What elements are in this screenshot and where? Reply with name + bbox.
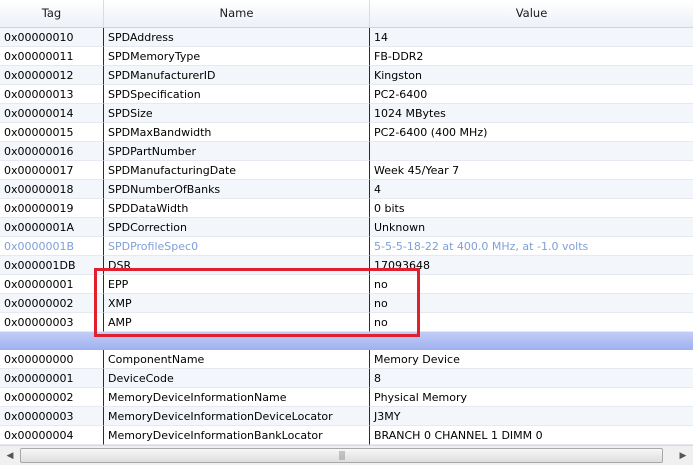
- table-row[interactable]: 0x00000002 MemoryDeviceInformationName Phy…: [0, 388, 693, 407]
- name-cell: SPDManufacturerID: [104, 66, 370, 85]
- table-row[interactable]: 0x00000018 SPDNumberOfBanks 4: [0, 180, 693, 199]
- tag-cell: 0x00000001: [0, 275, 104, 294]
- column-header-value[interactable]: Value: [370, 0, 693, 27]
- value-cell: 8: [370, 369, 693, 388]
- tag-cell: 0x000001DB: [0, 256, 104, 275]
- value-cell: 14: [370, 28, 693, 47]
- name-cell: SPDCorrection: [104, 218, 370, 237]
- tag-cell: 0x00000011: [0, 47, 104, 66]
- value-cell: no: [370, 313, 693, 332]
- value-cell: 17093648: [370, 256, 693, 275]
- value-cell: FB-DDR2: [370, 47, 693, 66]
- spd-table: Tag Name Value 0x00000010 SPDAddress 14 0x0…: [0, 0, 693, 445]
- tag-cell: 0x00000001: [0, 369, 104, 388]
- name-cell: SPDDataWidth: [104, 199, 370, 218]
- grip-lines-icon: |||: [338, 450, 345, 461]
- value-cell: Memory Device: [370, 350, 693, 369]
- value-cell: J3MY: [370, 407, 693, 426]
- name-cell: ComponentName: [104, 350, 370, 369]
- tag-cell: 0x00000002: [0, 388, 104, 407]
- scroll-left-icon[interactable]: ◀: [2, 448, 18, 463]
- name-cell: XMP: [104, 294, 370, 313]
- tag-cell: 0x00000012: [0, 66, 104, 85]
- name-cell: AMP: [104, 313, 370, 332]
- name-cell: SPDProfileSpec0: [104, 237, 370, 256]
- tag-cell: 0x00000019: [0, 199, 104, 218]
- table-row[interactable]: 0x0000001A SPDCorrection Unknown: [0, 218, 693, 237]
- tag-cell: 0x00000000: [0, 350, 104, 369]
- tag-cell: 0x00000016: [0, 142, 104, 161]
- table-row[interactable]: 0x0000001B SPDProfileSpec0 5-5-5-18-22 at …: [0, 237, 693, 256]
- tag-cell: 0x00000010: [0, 28, 104, 47]
- tag-cell: 0x00000004: [0, 426, 104, 445]
- tag-cell: 0x00000017: [0, 161, 104, 180]
- table-row[interactable]: 0x00000004 MemoryDeviceInformationBankLoc…: [0, 426, 693, 445]
- table-row[interactable]: 0x00000012 SPDManufacturerID Kingston: [0, 66, 693, 85]
- table-row[interactable]: 0x00000002 XMP no: [0, 294, 693, 313]
- value-cell: 0 bits: [370, 199, 693, 218]
- name-cell: SPDSize: [104, 104, 370, 123]
- table-row[interactable]: 0x00000019 SPDDataWidth 0 bits: [0, 199, 693, 218]
- value-cell: no: [370, 294, 693, 313]
- tag-cell: 0x00000003: [0, 407, 104, 426]
- group-separator-row: [0, 332, 693, 350]
- name-cell: SPDMemoryType: [104, 47, 370, 66]
- name-cell: SPDSpecification: [104, 85, 370, 104]
- name-cell: MemoryDeviceInformationBankLocator: [104, 426, 370, 445]
- table-header: Tag Name Value: [0, 0, 693, 28]
- tag-cell: 0x0000001A: [0, 218, 104, 237]
- name-cell: SPDNumberOfBanks: [104, 180, 370, 199]
- table-row[interactable]: 0x00000014 SPDSize 1024 MBytes: [0, 104, 693, 123]
- table-row[interactable]: 0x000001DB DSR 17093648: [0, 256, 693, 275]
- table-row[interactable]: 0x00000013 SPDSpecification PC2-6400: [0, 85, 693, 104]
- tag-cell: 0x00000002: [0, 294, 104, 313]
- name-cell: MemoryDeviceInformationDeviceLocator: [104, 407, 370, 426]
- value-cell: Unknown: [370, 218, 693, 237]
- value-cell: Kingston: [370, 66, 693, 85]
- tag-cell: 0x00000018: [0, 180, 104, 199]
- name-cell: MemoryDeviceInformationName: [104, 388, 370, 407]
- name-cell: SPDManufacturingDate: [104, 161, 370, 180]
- name-cell: SPDAddress: [104, 28, 370, 47]
- value-cell: no: [370, 275, 693, 294]
- table-row[interactable]: 0x00000000 ComponentName Memory Device: [0, 350, 693, 369]
- value-cell: PC2-6400 (400 MHz): [370, 123, 693, 142]
- value-cell: Physical Memory: [370, 388, 693, 407]
- name-cell: SPDMaxBandwidth: [104, 123, 370, 142]
- separator-cell: [0, 332, 693, 350]
- column-header-tag[interactable]: Tag: [0, 0, 104, 27]
- tag-cell: 0x00000015: [0, 123, 104, 142]
- table-row[interactable]: 0x00000001 DeviceCode 8: [0, 369, 693, 388]
- table-row[interactable]: 0x00000010 SPDAddress 14: [0, 28, 693, 47]
- scroll-right-icon[interactable]: ▶: [675, 448, 691, 463]
- table-row[interactable]: 0x00000015 SPDMaxBandwidth PC2-6400 (400 M…: [0, 123, 693, 142]
- name-cell: EPP: [104, 275, 370, 294]
- table-row[interactable]: 0x00000016 SPDPartNumber: [0, 142, 693, 161]
- value-cell: 4: [370, 180, 693, 199]
- tag-cell: 0x00000013: [0, 85, 104, 104]
- column-header-name[interactable]: Name: [104, 0, 370, 27]
- table-row[interactable]: 0x00000003 AMP no: [0, 313, 693, 332]
- scrollbar-track[interactable]: |||: [20, 448, 673, 463]
- table-row[interactable]: 0x00000017 SPDManufacturingDate Week 45/Ye…: [0, 161, 693, 180]
- value-cell: BRANCH 0 CHANNEL 1 DIMM 0: [370, 426, 693, 445]
- value-cell: Week 45/Year 7: [370, 161, 693, 180]
- value-cell: PC2-6400: [370, 85, 693, 104]
- value-cell: 1024 MBytes: [370, 104, 693, 123]
- name-cell: DSR: [104, 256, 370, 275]
- name-cell: DeviceCode: [104, 369, 370, 388]
- table-body: 0x00000010 SPDAddress 14 0x00000011 SPDMemor…: [0, 28, 693, 445]
- table-row[interactable]: 0x00000011 SPDMemoryType FB-DDR2: [0, 47, 693, 66]
- name-cell: SPDPartNumber: [104, 142, 370, 161]
- tag-cell: 0x00000003: [0, 313, 104, 332]
- tag-cell: 0x0000001B: [0, 237, 104, 256]
- value-cell: 5-5-5-18-22 at 400.0 MHz, at -1.0 volts: [370, 237, 693, 256]
- value-cell: [370, 142, 693, 161]
- table-row[interactable]: 0x00000001 EPP no: [0, 275, 693, 294]
- tag-cell: 0x00000014: [0, 104, 104, 123]
- table-row[interactable]: 0x00000003 MemoryDeviceInformationDeviceL…: [0, 407, 693, 426]
- scrollbar-thumb[interactable]: |||: [20, 448, 663, 463]
- horizontal-scrollbar[interactable]: ◀ ||| ▶: [0, 445, 693, 465]
